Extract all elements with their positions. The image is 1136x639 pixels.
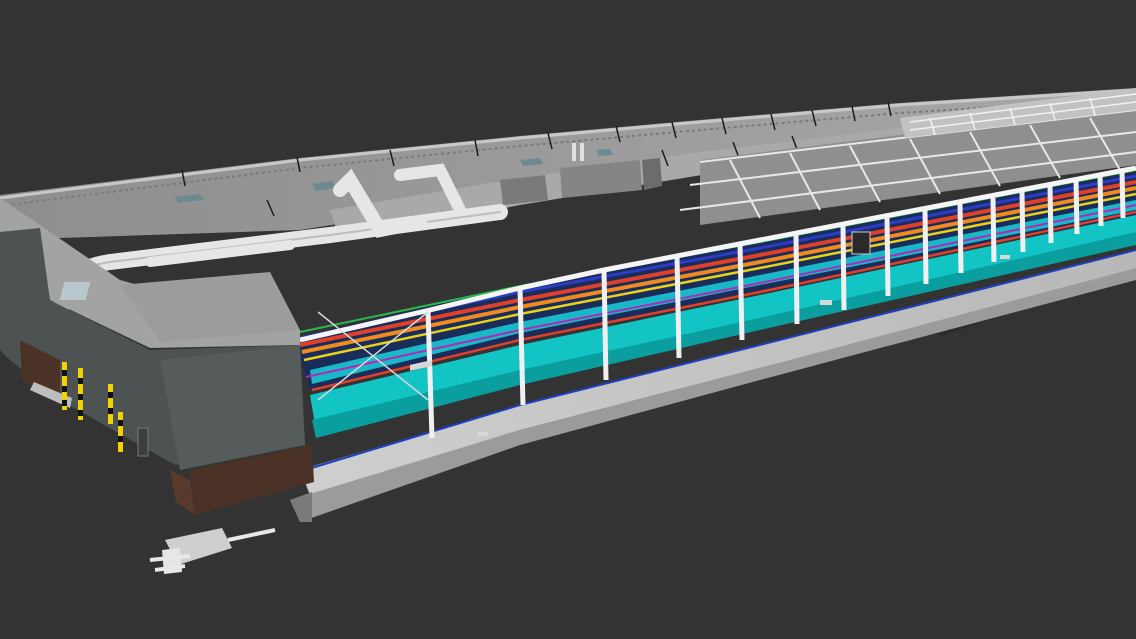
roof-unit-1 [500, 175, 548, 205]
side-door [137, 427, 149, 457]
roof-unit-3 [642, 158, 662, 190]
vent-stack-2 [580, 143, 584, 161]
vent-stack-1 [572, 143, 576, 161]
3d-viewport[interactable] [0, 0, 1136, 639]
front-plinth [290, 492, 312, 522]
wall-panel [851, 231, 871, 255]
building-model[interactable] [0, 0, 1136, 639]
roof-light-blue [59, 282, 91, 300]
